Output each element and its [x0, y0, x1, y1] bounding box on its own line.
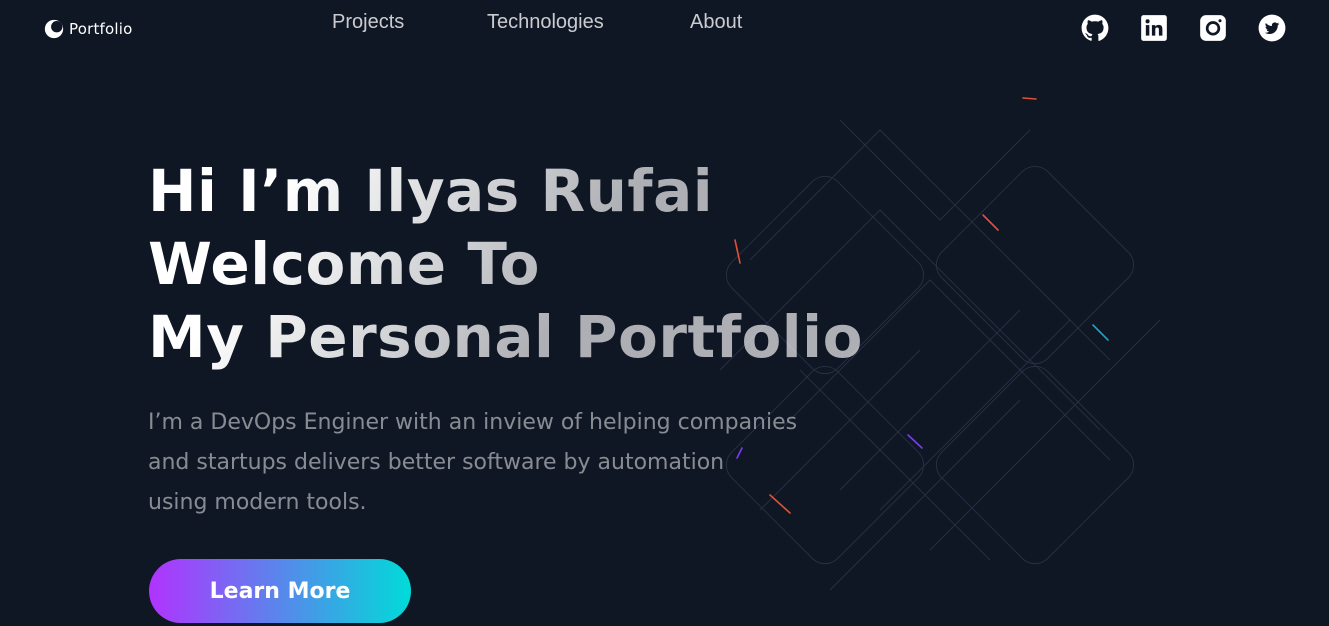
- nav-technologies[interactable]: Technologies: [487, 9, 690, 35]
- linkedin-icon: [1140, 15, 1167, 41]
- nav-about[interactable]: About: [690, 9, 742, 35]
- linkedin-link[interactable]: [1137, 14, 1170, 42]
- social-links: [1078, 14, 1288, 42]
- learn-more-button[interactable]: Learn More: [149, 559, 411, 623]
- hero-title-line: My Personal Portfolio: [148, 303, 863, 371]
- github-link[interactable]: [1078, 14, 1111, 42]
- logo-link[interactable]: Portfolio: [43, 18, 133, 40]
- hero-title-line: Welcome To: [148, 230, 541, 298]
- page: Portfolio Projects Technologies About Hi…: [0, 0, 1329, 626]
- hero-description-line: I’m a DevOps Enginer with an inview of h…: [148, 410, 798, 435]
- logo-text: Portfolio: [69, 20, 133, 38]
- instagram-icon: [1199, 15, 1226, 41]
- twitter-link[interactable]: [1255, 14, 1288, 42]
- hero-title: Hi I’m Ilyas Rufai Welcome To My Persona…: [148, 155, 863, 374]
- twitter-icon: [1258, 14, 1285, 42]
- github-icon: [1081, 14, 1108, 41]
- logo-icon: [44, 19, 64, 39]
- hero-title-line: Hi I’m Ilyas Rufai: [148, 157, 714, 225]
- nav-projects[interactable]: Projects: [332, 9, 487, 35]
- main-nav: Projects Technologies About: [332, 9, 742, 35]
- hero-description: I’m a DevOps Enginer with an inview of h…: [148, 403, 828, 523]
- hero-description-line: using modern tools.: [148, 490, 367, 515]
- instagram-link[interactable]: [1196, 14, 1229, 42]
- hero-description-line: and startups delivers better software by…: [148, 450, 725, 475]
